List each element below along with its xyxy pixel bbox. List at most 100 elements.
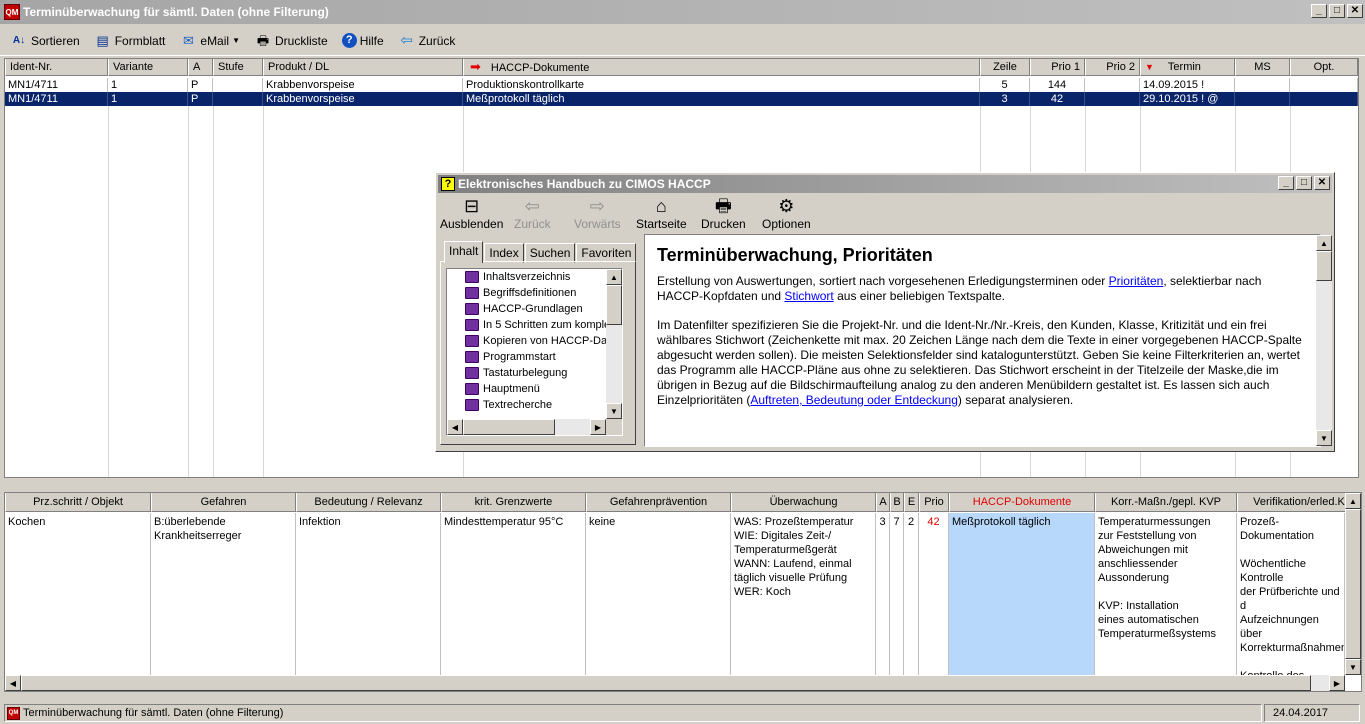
col-header-prozess[interactable]: Prz.schritt / Objekt [5,493,151,512]
detail-cell-praevention[interactable]: keine [586,513,731,691]
tab-index[interactable]: Index [484,243,524,263]
col-header-ident[interactable]: Ident-Nr. [5,59,108,76]
help-maximize-button[interactable]: □ [1296,176,1312,190]
detail-hscroll-thumb[interactable] [21,675,1311,691]
table-row-selected[interactable]: MN1/4711 1 P Krabbenvorspeise Meßprotoko… [5,92,1358,106]
hide-button[interactable]: ⊟ Ausblenden [440,195,503,231]
scroll-left-icon[interactable]: ◀ [5,675,21,691]
tab-favoriten[interactable]: Favoriten [576,243,637,263]
detail-cell-korrektur[interactable]: Temperaturmessungen zur Feststellung von… [1095,513,1237,691]
col-header-korrektur[interactable]: Korr.-Maßn./gepl. KVP [1095,493,1237,512]
scroll-down-icon[interactable]: ▼ [1316,430,1332,446]
help-label: Hilfe [359,33,384,48]
detail-cell-a[interactable]: 3 [876,513,890,691]
options-button[interactable]: ⚙ Optionen [762,195,811,231]
detail-cell-haccp[interactable]: Meßprotokoll täglich [949,513,1095,691]
col-header-verifikation[interactable]: Verifikation/erled.K [1237,493,1361,512]
col-header-praevention[interactable]: Gefahrenprävention [586,493,731,512]
detail-cell-gefahren[interactable]: B:überlebende Krankheitserreger [151,513,296,691]
cell-prio2 [1085,92,1140,106]
tab-suchen[interactable]: Suchen [524,243,576,263]
content-scroll-thumb[interactable] [1316,251,1332,281]
scroll-down-icon[interactable]: ▼ [1345,659,1361,675]
col-header-termin[interactable]: ▼ Termin [1140,59,1235,76]
link-stichwort[interactable]: Stichwort [784,289,833,303]
scroll-right-icon[interactable]: ▶ [590,419,606,435]
cell-termin: 29.10.2015 ! @ [1140,92,1235,106]
help-paragraph: Erstellung von Auswertungen, sortiert na… [657,274,1262,303]
detail-cell-b[interactable]: 7 [890,513,904,691]
col-header-prio[interactable]: Prio [919,493,949,512]
col-header-bedeutung[interactable]: Bedeutung / Relevanz [296,493,441,512]
tree-item[interactable]: Textrecherche [447,397,622,413]
detail-scroll-thumb[interactable] [1345,509,1361,659]
detail-cell-prio[interactable]: 42 [919,513,949,691]
home-button[interactable]: ⌂ Startseite [636,195,687,231]
col-header-e[interactable]: E [904,493,919,512]
scroll-down-icon[interactable]: ▼ [606,403,622,419]
col-header-variante[interactable]: Variante [108,59,188,76]
cell-produkt: Krabbenvorspeise [263,92,463,106]
tree-item[interactable]: Inhaltsverzeichnis [447,269,622,285]
col-header-a[interactable]: A [188,59,213,76]
help-back-button[interactable]: ⇦ Zurück [514,195,551,231]
detail-cell-grenzwerte[interactable]: Mindesttemperatur 95°C [441,513,586,691]
dropdown-arrow-icon[interactable]: ▼ [232,36,240,45]
tab-inhalt[interactable]: Inhalt [444,241,484,263]
form-button[interactable]: ▤ Formblatt [94,33,166,49]
cell-ident: MN1/4711 [5,92,108,106]
sort-button[interactable]: A↓ Sortieren [10,33,80,49]
link-prioritaeten[interactable]: Prioritäten [1109,274,1164,288]
col-header-b[interactable]: B [890,493,904,512]
detail-cell-ueberwachung[interactable]: WAS: Prozeßtemperatur WIE: Digitales Zei… [731,513,876,691]
col-header-haccp[interactable]: ➡ HACCP-Dokumente [463,59,980,76]
link-auftreten[interactable]: Auftreten, Bedeutung oder Entdeckung [750,393,958,407]
tree-item[interactable]: Kopieren von HACCP-Da [447,333,622,349]
scroll-up-icon[interactable]: ▲ [1345,493,1361,509]
tree-hscroll-thumb[interactable] [463,419,555,435]
close-button[interactable]: ✕ [1347,4,1363,18]
tree-item[interactable]: Begriffsdefinitionen [447,285,622,301]
tree-scroll-thumb[interactable] [606,285,622,325]
col-header-opt[interactable]: Opt. [1290,59,1358,76]
scroll-left-icon[interactable]: ◀ [447,419,463,435]
tree-item[interactable]: Programmstart [447,349,622,365]
book-icon [465,303,479,315]
col-header-ueberwachung[interactable]: Überwachung [731,493,876,512]
col-header-grenzwerte[interactable]: krit. Grenzwerte [441,493,586,512]
help-minimize-button[interactable]: _ [1278,176,1294,190]
help-button[interactable]: ? Hilfe [341,33,384,48]
col-header-stufe[interactable]: Stufe [213,59,263,76]
detail-cell-e[interactable]: 2 [904,513,919,691]
maximize-button[interactable]: □ [1329,4,1345,18]
scroll-right-icon[interactable]: ▶ [1329,675,1345,691]
scroll-up-icon[interactable]: ▲ [606,269,622,285]
col-header-produkt[interactable]: Produkt / DL [263,59,463,76]
sort-down-icon: ▼ [1145,62,1154,72]
tree-item[interactable]: Tastaturbelegung [447,365,622,381]
status-text-panel: QM Terminüberwachung für sämtl. Daten (oh… [4,704,1262,722]
tree-item-label: Tastaturbelegung [483,367,568,379]
col-header-prio2[interactable]: Prio 2 [1085,59,1140,76]
col-header-haccp[interactable]: HACCP-Dokumente [949,493,1095,512]
detail-cell-prozess[interactable]: Kochen [5,513,151,691]
scroll-up-icon[interactable]: ▲ [1316,235,1332,251]
col-header-a[interactable]: A [876,493,890,512]
back-button[interactable]: ⇦ Zurück [398,32,455,49]
detail-cell-bedeutung[interactable]: Infektion [296,513,441,691]
tree-item[interactable]: Hauptmenü [447,381,622,397]
help-close-button[interactable]: ✕ [1314,176,1330,190]
col-header-zeile[interactable]: Zeile [980,59,1030,76]
help-print-button[interactable]: 🖶 Drucken [701,195,746,231]
tree-item[interactable]: In 5 Schritten zum komple [447,317,622,333]
detail-cell-verifikation[interactable]: Prozeß-Dokumentation Wöchentliche Kontro… [1237,513,1345,691]
email-button[interactable]: ✉ eMail ▼ [179,33,240,49]
tree-item[interactable]: HACCP-Grundlagen [447,301,622,317]
col-header-gefahren[interactable]: Gefahren [151,493,296,512]
tree-item-label: Begriffsdefinitionen [483,287,577,299]
forward-button[interactable]: ⇨ Vorwärts [574,195,621,231]
print-list-button[interactable]: 🖶 Druckliste [254,33,328,49]
col-header-prio1[interactable]: Prio 1 [1030,59,1085,76]
col-header-ms[interactable]: MS [1235,59,1290,76]
minimize-button[interactable]: _ [1311,4,1327,18]
